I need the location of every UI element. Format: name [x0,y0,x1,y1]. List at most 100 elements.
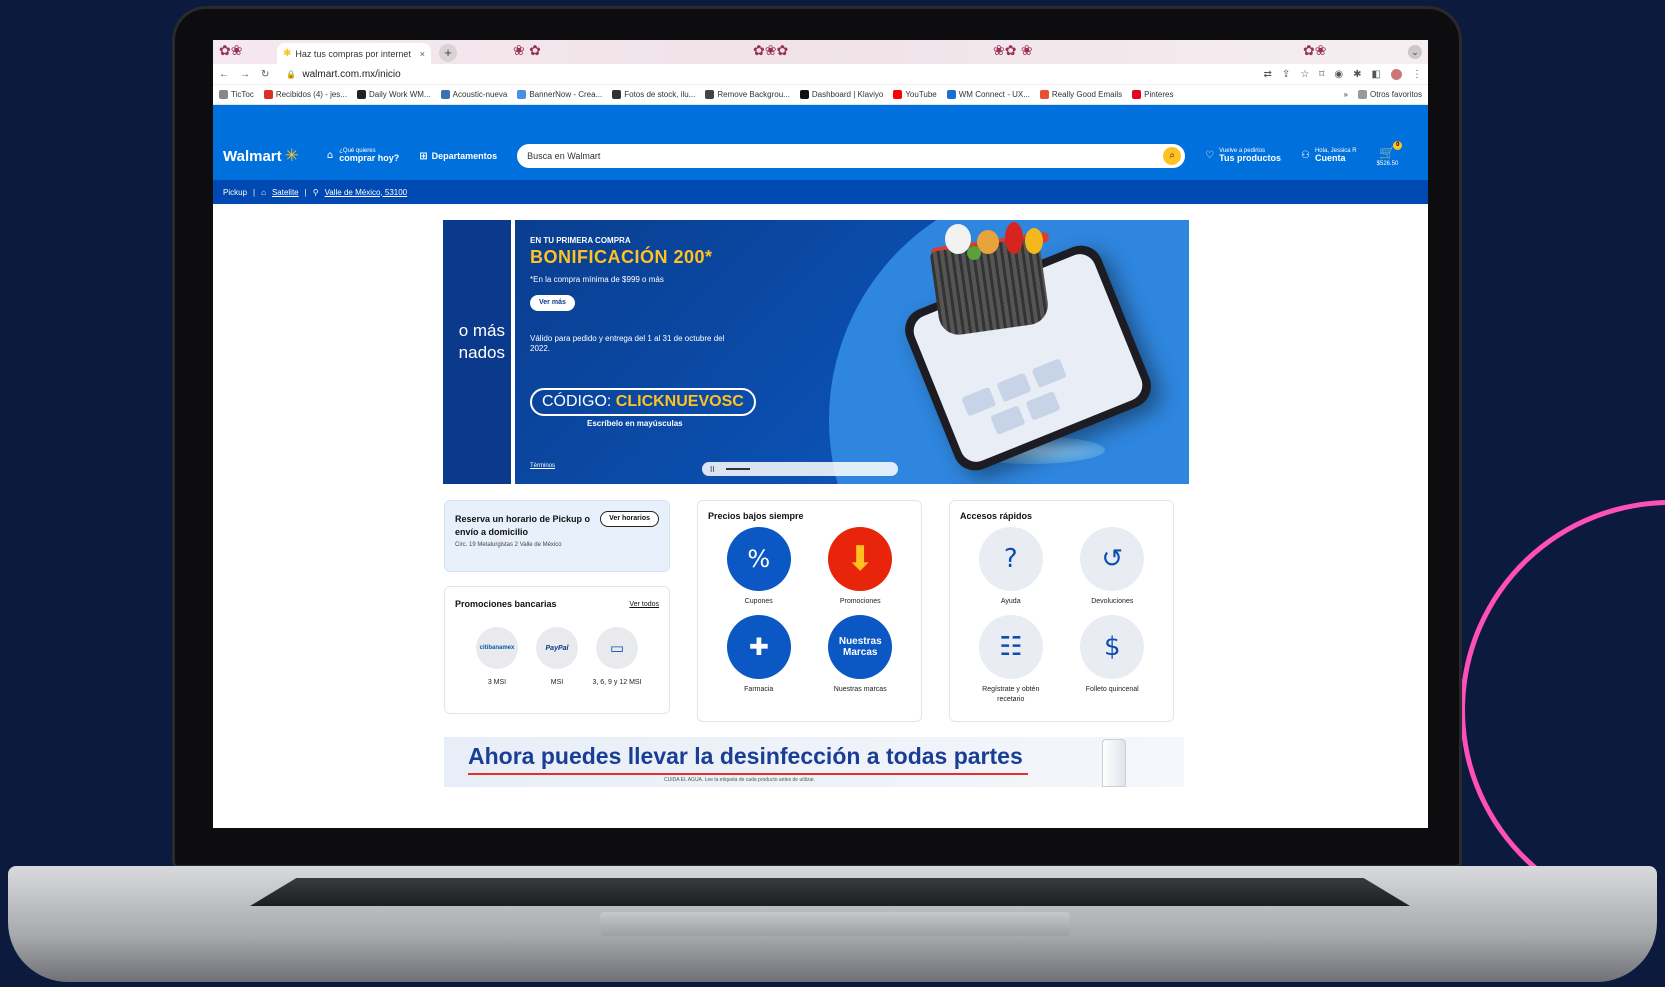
account-link[interactable]: ⚇ Hola, Jessica R Cuenta [1301,148,1357,164]
tile-coupons[interactable]: % Cupones [708,527,810,607]
cart-button[interactable]: 🛒 0 $526.50 [1377,140,1403,167]
new-tab-button[interactable]: + [439,44,457,62]
account-text: Hola, Jessica R Cuenta [1315,148,1357,164]
puzzle-icon[interactable]: ✱ [1353,69,1361,80]
lock-icon: 🔒 [286,69,297,79]
hero-banner[interactable]: EN TU PRIMERA COMPRA BONIFICACIÓN 200* *… [515,220,1189,484]
other-bookmarks-label: Otros favoritos [1369,90,1422,99]
address-bar[interactable]: 🔒 walmart.com.mx/inicio [286,69,400,80]
folder-icon [1357,90,1367,99]
brand-icon: Nuestras Marcas [828,614,893,679]
disinfectant-can-graphic [1102,739,1126,787]
pickup-card: Reserva un horario de Pickup o envío a d… [444,500,670,572]
bookmark-item[interactable]: Remove Backgrou... [705,90,790,99]
bookmark-favicon-icon [219,90,228,99]
floral-decoration: ❀ ✿ [513,43,541,59]
recipe-book-icon: ☷ [978,614,1043,679]
store-link[interactable]: Satelite [272,188,299,197]
bookmark-item[interactable]: TicToc [219,90,254,99]
tile-flyer[interactable]: $ Folleto quincenal [1062,614,1164,705]
tile-pharmacy[interactable]: ✚ Farmacia [708,614,810,695]
bookmark-item[interactable]: Acoustic-nueva [440,90,507,99]
tile-our-brands[interactable]: Nuestras Marcas Nuestras marcas [810,614,912,695]
low-prices-card: Precios bajos siempre % Cupones ⬇ Promoc… [697,500,922,722]
bookmark-item[interactable]: YouTube [893,90,937,99]
walmart-logo[interactable]: Walmart ✳ [223,146,299,166]
departments-button[interactable]: ⊞ Departamentos [419,151,497,162]
logo-text: Walmart [223,147,282,165]
bank-item-paypal[interactable]: PayPal MSI [527,627,587,686]
back-icon[interactable]: ← [219,69,229,80]
laptop-touchpad [600,912,1070,936]
bookmarks-overflow-button[interactable]: » [1344,90,1348,99]
browser-tab[interactable]: ✱ Haz tus compras por internet × [277,43,431,64]
hero-eyebrow: EN TU PRIMERA COMPRA [530,236,631,245]
search-icon[interactable]: ⌕ [1163,147,1182,165]
bookmark-item[interactable]: Fotos de stock, ilu... [612,90,695,99]
address-link[interactable]: Valle de México, 53100 [325,188,408,197]
brand-icon-text: Nuestras Marcas [838,635,882,658]
carousel-progress[interactable] [726,468,751,470]
tile-label: Nuestras marcas [833,685,887,693]
sidebar-icon[interactable]: ◧ [1372,69,1381,80]
shop-menu[interactable]: ⌂ ¿Qué quieres comprar hoy? [327,148,399,164]
terms-link[interactable]: Términos [530,463,555,469]
bookmark-item[interactable]: WM Connect - UX... [946,90,1030,99]
tile-promotions[interactable]: ⬇ Promociones [810,527,912,607]
tile-recipe-book[interactable]: ☷ Regístrate y obtén recetario [960,614,1062,705]
separator: | [253,187,256,197]
extension-icon[interactable]: ◉ [1334,69,1343,80]
bookmark-star-icon[interactable]: ☆ [1300,69,1309,80]
bank-promotions-title: Promociones bancarias [455,599,557,609]
bookmark-favicon-icon [356,90,366,99]
bookmark-item[interactable]: Pinteres [1132,90,1173,99]
see-more-button[interactable]: Ver más [530,295,575,311]
other-bookmarks-folder[interactable]: Otros favoritos [1357,90,1422,99]
bookmark-label: Really Good Emails [1051,90,1123,99]
bank-item-citibanamex[interactable]: citibanamex 3 MSI [467,627,527,686]
tile-help[interactable]: ? Ayuda [960,527,1062,607]
translate-icon[interactable]: ⇄ [1264,69,1272,80]
disinfection-banner[interactable]: Ahora puedes llevar la desinfección a to… [444,737,1184,787]
share-icon[interactable]: ⇪ [1282,69,1290,80]
walmart-favicon-icon: ✱ [283,48,292,59]
bookmark-favicon-icon [1132,90,1142,99]
tile-label: Promociones [839,598,881,605]
menu-icon[interactable]: ⋮ [1412,69,1422,80]
see-schedules-button[interactable]: Ver horarios [600,511,659,527]
tab-search-icon[interactable]: ⌄ [1408,45,1422,59]
bookmark-label: TicToc [231,90,254,99]
pause-icon[interactable]: II [710,465,714,474]
bank-item-card[interactable]: ▭ 3, 6, 9 y 12 MSI [587,627,647,686]
carousel-controls: II [702,462,898,476]
tile-label: Regístrate y obtén recetario [982,685,1040,703]
reorder-text: Vuelve a pedirlos Tus productos [1219,148,1281,164]
bookmark-label: Recibidos (4) - jes... [275,90,347,99]
hero-subtitle: *En la compra mínima de $999 o más [530,275,664,284]
bookmark-item[interactable]: Daily Work WM... [356,90,431,99]
search-input[interactable]: Busca en Walmart ⌕ [517,144,1186,168]
location-pin-icon: ⚲ [312,187,319,197]
bookmark-item[interactable]: Dashboard | Klaviyo [799,90,883,99]
help-icon: ? [978,527,1043,591]
shop-line2: comprar hoy? [339,153,400,164]
profile-avatar[interactable] [1391,68,1402,80]
forward-icon[interactable]: → [240,69,250,80]
juice-graphic [1025,228,1043,254]
fulfillment-mode[interactable]: Pickup [223,188,247,197]
bookmark-item[interactable]: Recibidos (4) - jes... [263,90,347,99]
bank-label: MSI [550,679,564,686]
bank-list: citibanamex 3 MSI PayPal MSI ▭ 3, 6, 9 y… [455,627,659,686]
bookmark-item[interactable]: BannerNow - Crea... [517,90,602,99]
low-prices-grid: % Cupones ⬇ Promociones ✚ Farmacia Nuest… [708,527,911,695]
see-all-link[interactable]: Ver todos [629,601,659,608]
spark-icon: ✳ [284,146,299,166]
tile-returns[interactable]: ↺ Devoluciones [1062,527,1164,607]
carousel-previous-slide[interactable]: o más nados [443,220,511,484]
reorder-link[interactable]: ♡ Vuelve a pedirlos Tus productos [1205,148,1281,164]
bookmark-favicon-icon [705,90,715,99]
tab-close-icon[interactable]: × [420,49,425,59]
extension-icon[interactable]: ⌑ [1319,69,1324,80]
bookmark-item[interactable]: Really Good Emails [1039,90,1123,99]
reload-icon[interactable]: ↻ [261,69,269,80]
